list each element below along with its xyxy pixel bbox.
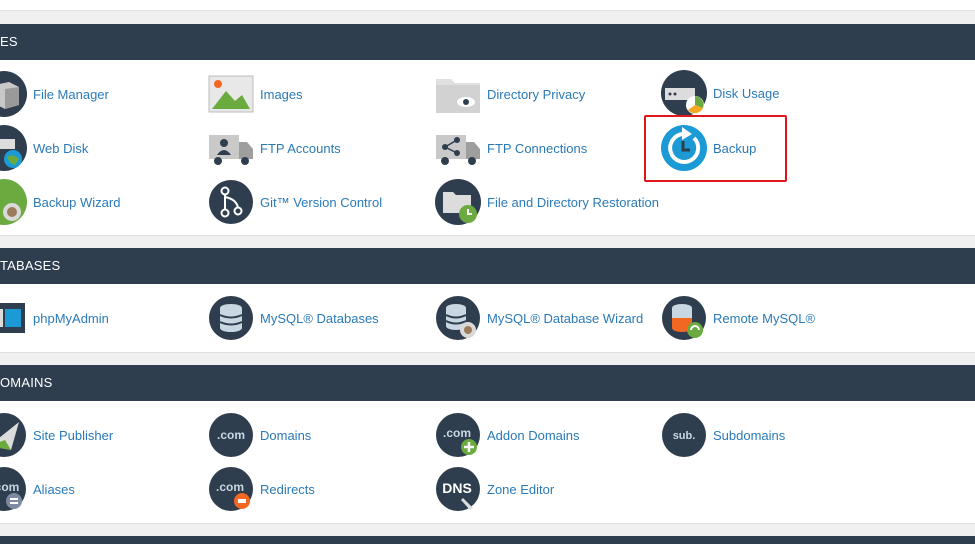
remote-mysql-label: Remote MySQL® bbox=[713, 310, 816, 326]
git-icon bbox=[209, 180, 253, 224]
addon-domains-icon-badge: .com bbox=[443, 426, 471, 440]
databases-panel: TABASES phpMyAdmin MySQL® Databases MySQ… bbox=[0, 248, 975, 353]
directory-privacy-label: Directory Privacy bbox=[487, 86, 586, 102]
mysql-database-wizard-label: MySQL® Database Wizard bbox=[487, 310, 644, 326]
aliases-icon-badge: com bbox=[0, 480, 19, 494]
mysql-databases-label: MySQL® Databases bbox=[260, 310, 379, 326]
next-section-header bbox=[0, 536, 975, 544]
mysql-wizard-icon bbox=[436, 296, 480, 340]
redirects-label: Redirects bbox=[260, 481, 315, 497]
backup-label: Backup bbox=[713, 140, 757, 156]
ftp-accounts-icon bbox=[209, 135, 253, 165]
ftp-connections-icon bbox=[436, 135, 480, 165]
site-publisher-link[interactable]: Site Publisher bbox=[0, 412, 113, 458]
file-manager-link[interactable]: File Manager bbox=[0, 71, 109, 117]
file-manager-icon bbox=[0, 71, 27, 117]
files-panel: ES File Manager Images Directory Privacy… bbox=[0, 24, 975, 236]
domains-label: Domains bbox=[260, 427, 312, 443]
zone-editor-link[interactable]: DNS Zone Editor bbox=[435, 466, 554, 512]
domains-icon-badge: .com bbox=[217, 428, 245, 442]
phpmyadmin-link[interactable]: phpMyAdmin bbox=[0, 295, 109, 341]
ftp-accounts-label: FTP Accounts bbox=[260, 140, 341, 156]
phpmyadmin-label: phpMyAdmin bbox=[33, 310, 109, 326]
subdomains-icon-badge: sub. bbox=[673, 430, 696, 442]
addon-domains-link[interactable]: .com Addon Domains bbox=[435, 412, 580, 458]
web-disk-label: Web Disk bbox=[33, 140, 89, 156]
aliases-link[interactable]: com Aliases bbox=[0, 466, 75, 512]
directory-privacy-link[interactable]: Directory Privacy bbox=[435, 71, 585, 117]
directory-privacy-icon bbox=[436, 79, 480, 113]
domains-link[interactable]: .com Domains bbox=[208, 412, 311, 458]
addon-domains-label: Addon Domains bbox=[487, 427, 580, 443]
disk-usage-label: Disk Usage bbox=[713, 85, 780, 101]
redirects-icon: .com bbox=[209, 467, 253, 511]
redirects-icon-badge: .com bbox=[216, 480, 244, 494]
phpmyadmin-icon bbox=[0, 303, 25, 333]
zone-editor-label: Zone Editor bbox=[487, 481, 555, 497]
images-link[interactable]: Images bbox=[208, 71, 303, 117]
remote-mysql-link[interactable]: Remote MySQL® bbox=[661, 295, 815, 341]
web-disk-link[interactable]: Web Disk bbox=[0, 125, 88, 171]
subdomains-icon: sub. bbox=[662, 413, 706, 457]
git-version-control-link[interactable]: Git™ Version Control bbox=[208, 179, 382, 225]
zone-editor-icon: DNS bbox=[436, 467, 480, 511]
domains-panel: OMAINS Site Publisher .com Domains .com bbox=[0, 365, 975, 524]
site-publisher-icon bbox=[0, 413, 26, 457]
domains-panel-title: OMAINS bbox=[0, 365, 975, 401]
aliases-icon: com bbox=[0, 467, 26, 511]
ftp-connections-link[interactable]: FTP Connections bbox=[435, 125, 587, 171]
remote-mysql-icon bbox=[662, 296, 706, 340]
top-strip bbox=[0, 0, 975, 11]
backup-wizard-icon bbox=[0, 179, 27, 225]
file-restore-icon bbox=[435, 179, 481, 225]
subdomains-label: Subdomains bbox=[713, 427, 786, 443]
files-panel-title: ES bbox=[0, 24, 975, 60]
ftp-connections-label: FTP Connections bbox=[487, 140, 588, 156]
zone-editor-icon-badge: DNS bbox=[442, 480, 472, 496]
domains-icon: .com bbox=[209, 413, 253, 457]
mysql-databases-icon bbox=[209, 296, 253, 340]
backup-link[interactable]: Backup bbox=[661, 125, 756, 171]
addon-domains-icon: .com bbox=[436, 413, 480, 457]
file-directory-restoration-link[interactable]: File and Directory Restoration bbox=[435, 179, 659, 225]
site-publisher-label: Site Publisher bbox=[33, 427, 114, 443]
disk-usage-icon bbox=[661, 70, 707, 116]
backup-wizard-label: Backup Wizard bbox=[33, 194, 121, 210]
databases-panel-title: TABASES bbox=[0, 248, 975, 284]
backup-icon bbox=[661, 125, 707, 171]
subdomains-link[interactable]: sub. Subdomains bbox=[661, 412, 785, 458]
disk-usage-link[interactable]: Disk Usage bbox=[661, 70, 779, 116]
file-manager-label: File Manager bbox=[33, 86, 109, 102]
aliases-label: Aliases bbox=[33, 481, 75, 497]
mysql-database-wizard-link[interactable]: MySQL® Database Wizard bbox=[435, 295, 643, 341]
git-version-control-label: Git™ Version Control bbox=[260, 194, 383, 210]
file-directory-restoration-label: File and Directory Restoration bbox=[487, 194, 659, 210]
mysql-databases-link[interactable]: MySQL® Databases bbox=[208, 295, 379, 341]
ftp-accounts-link[interactable]: FTP Accounts bbox=[208, 125, 341, 171]
images-label: Images bbox=[260, 86, 303, 102]
images-icon bbox=[208, 75, 254, 113]
redirects-link[interactable]: .com Redirects bbox=[208, 466, 315, 512]
web-disk-icon bbox=[0, 125, 27, 171]
backup-wizard-link[interactable]: Backup Wizard bbox=[0, 179, 120, 225]
